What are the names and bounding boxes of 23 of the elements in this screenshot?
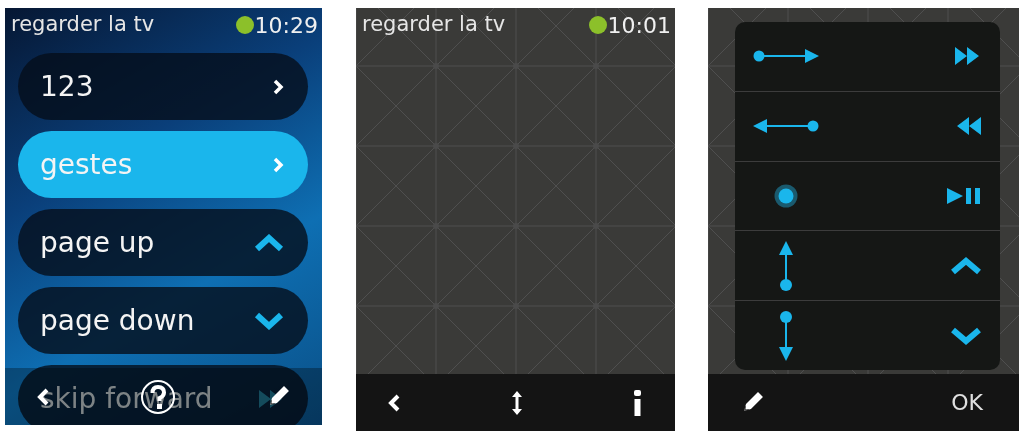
- chevron-up-icon: [950, 256, 982, 275]
- swipe-right-gesture-icon: [753, 48, 819, 65]
- screen-title: regarder la tv: [362, 11, 506, 39]
- chevron-right-icon: [272, 156, 284, 173]
- tap-gesture-icon: [774, 184, 798, 208]
- swipe-left-gesture-icon: [753, 118, 819, 135]
- back-icon[interactable]: [388, 393, 400, 412]
- swipe-down-gesture-icon: [778, 310, 794, 361]
- menu-item[interactable]: page up: [18, 209, 308, 276]
- swipe-up-gesture-icon: [778, 240, 794, 291]
- chevron-down-icon: [950, 326, 982, 345]
- ok-button[interactable]: OK: [947, 386, 987, 419]
- info-icon[interactable]: [633, 389, 643, 416]
- chevron-down-icon: [254, 311, 284, 330]
- up-down-arrow-icon[interactable]: [510, 389, 523, 416]
- clock-time: 10:29: [254, 11, 318, 40]
- menu-item[interactable]: 123: [18, 53, 308, 120]
- chevron-right-icon: [272, 78, 284, 95]
- menu-item[interactable]: page down: [18, 287, 308, 354]
- chevron-up-icon: [254, 233, 284, 252]
- play-pause-icon: [946, 186, 982, 206]
- screen-title: regarder la tv: [11, 11, 155, 39]
- clock-time: 10:01: [607, 11, 671, 40]
